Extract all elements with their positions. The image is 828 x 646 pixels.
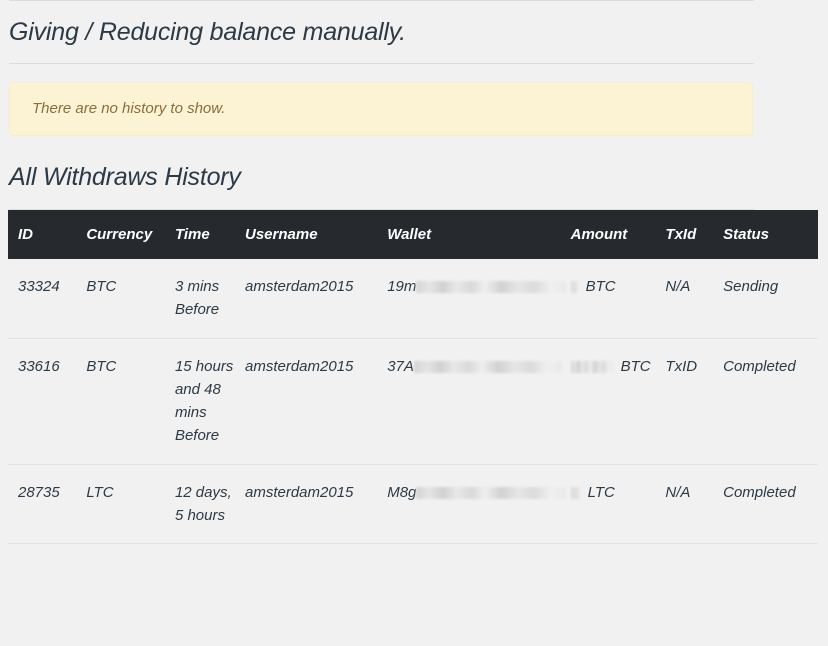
cell-currency: BTC xyxy=(86,259,175,338)
page-title: Giving / Reducing balance manually. xyxy=(0,1,828,63)
cell-username: amsterdam2015 xyxy=(245,338,387,464)
cell-amount: LTC xyxy=(571,464,666,544)
cell-status: Completed xyxy=(723,338,818,464)
cell-id: 33324 xyxy=(8,259,86,338)
wallet-prefix: 37A xyxy=(387,358,414,375)
cell-wallet: 37A xyxy=(387,338,570,464)
withdraws-history-table: ID Currency Time Username Wallet Amount … xyxy=(8,210,818,544)
table-header-row: ID Currency Time Username Wallet Amount … xyxy=(8,210,818,259)
cell-id: 28735 xyxy=(8,464,86,544)
cell-amount: BTC xyxy=(571,259,666,338)
amount-currency-unit: BTC xyxy=(586,278,616,295)
column-header-wallet[interactable]: Wallet xyxy=(387,210,570,259)
title-divider xyxy=(9,63,754,64)
column-header-status[interactable]: Status xyxy=(723,210,818,259)
cell-txid: N/A xyxy=(665,259,723,338)
cell-txid: TxID xyxy=(665,338,723,464)
cell-wallet: 19m xyxy=(387,259,570,338)
wallet-redacted-block xyxy=(414,361,562,373)
cell-status: Completed xyxy=(723,464,818,544)
cell-username: amsterdam2015 xyxy=(245,464,387,544)
cell-time: 12 days, 5 hours xyxy=(175,464,245,544)
amount-currency-unit: BTC xyxy=(621,358,651,375)
cell-time: 3 mins Before xyxy=(175,259,245,338)
cell-currency: LTC xyxy=(86,464,175,544)
cell-id: 33616 xyxy=(8,338,86,464)
column-header-txid[interactable]: TxId xyxy=(665,210,723,259)
column-header-currency[interactable]: Currency xyxy=(86,210,175,259)
wallet-redacted-block xyxy=(416,281,566,293)
amount-redacted-block xyxy=(571,281,578,293)
wallet-redacted-block xyxy=(416,487,566,499)
cell-currency: BTC xyxy=(86,338,175,464)
column-header-amount[interactable]: Amount xyxy=(571,210,666,259)
empty-history-alert-message: There are no history to show. xyxy=(32,100,225,117)
table-row[interactable]: 33616BTC15 hours and 48 mins Beforeamste… xyxy=(8,338,818,464)
amount-redacted-block xyxy=(571,487,580,499)
cell-txid: N/A xyxy=(665,464,723,544)
withdraws-history-title: All Withdraws History xyxy=(0,136,828,210)
table-row[interactable]: 33324BTC3 mins Beforeamsterdam201519mBTC… xyxy=(8,259,818,338)
cell-username: amsterdam2015 xyxy=(245,259,387,338)
column-header-username[interactable]: Username xyxy=(245,210,387,259)
cell-status: Sending xyxy=(723,259,818,338)
column-header-id[interactable]: ID xyxy=(8,210,86,259)
amount-currency-unit: LTC xyxy=(588,484,615,501)
cell-amount: BTC xyxy=(571,338,666,464)
cell-wallet: M8g xyxy=(387,464,570,544)
empty-history-alert: There are no history to show. xyxy=(9,82,753,136)
wallet-prefix: M8g xyxy=(387,484,416,501)
column-header-time[interactable]: Time xyxy=(175,210,245,259)
table-body: 33324BTC3 mins Beforeamsterdam201519mBTC… xyxy=(8,259,818,544)
table-row[interactable]: 28735LTC12 days, 5 hoursamsterdam2015M8g… xyxy=(8,464,818,544)
withdraws-history-page: Giving / Reducing balance manually. Ther… xyxy=(0,0,828,646)
table-header: ID Currency Time Username Wallet Amount … xyxy=(8,210,818,259)
amount-redacted-block xyxy=(571,361,613,373)
cell-time: 15 hours and 48 mins Before xyxy=(175,338,245,464)
wallet-prefix: 19m xyxy=(387,278,416,295)
